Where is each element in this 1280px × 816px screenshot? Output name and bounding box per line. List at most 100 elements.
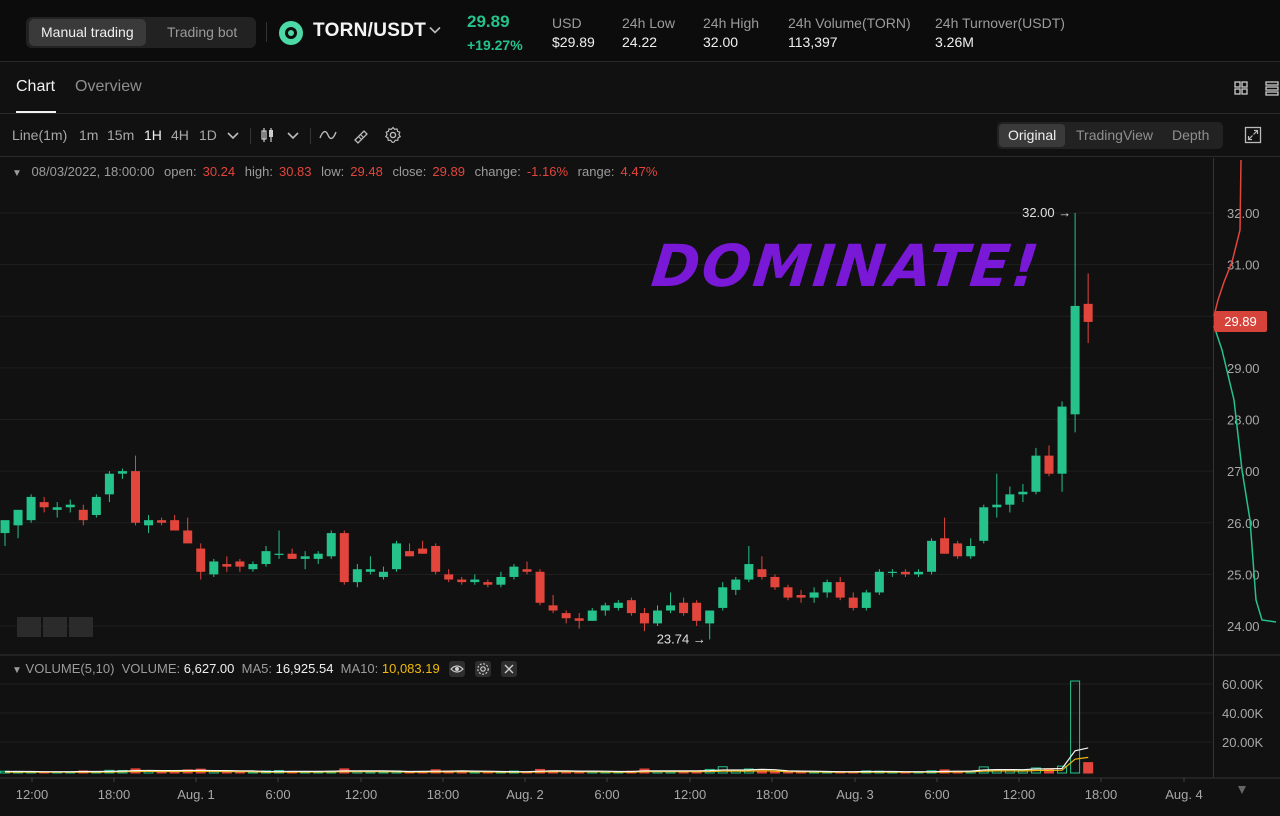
eye-icon[interactable] bbox=[449, 661, 466, 677]
stat-label: USD bbox=[552, 15, 582, 31]
view-depth-button[interactable]: Depth bbox=[1163, 124, 1218, 147]
candle-body bbox=[457, 579, 467, 583]
candle-body bbox=[744, 564, 754, 580]
legend-close-value: 29.89 bbox=[432, 164, 465, 179]
time-axis-label: Aug. 2 bbox=[506, 787, 544, 802]
candle-body bbox=[444, 574, 454, 580]
indicators-icon[interactable] bbox=[319, 126, 337, 144]
candle-body bbox=[692, 602, 702, 621]
volume-axis-label: 40.00K bbox=[1222, 706, 1264, 721]
candle-body bbox=[966, 545, 976, 557]
candle-body bbox=[313, 553, 323, 559]
candlestick-type-icon[interactable] bbox=[259, 126, 277, 144]
grid-layout-icon[interactable] bbox=[1233, 80, 1249, 96]
volume-axis-label: 20.00K bbox=[1222, 735, 1264, 750]
candle-body bbox=[705, 610, 715, 624]
candle-body bbox=[770, 576, 780, 588]
candle-body bbox=[992, 504, 1002, 508]
scroll-right-icon bbox=[1238, 786, 1246, 794]
candle-body bbox=[117, 471, 127, 474]
line-1m-button[interactable]: Line(1m) bbox=[12, 127, 67, 143]
tab-overview[interactable]: Overview bbox=[75, 78, 142, 96]
candle-body bbox=[548, 605, 558, 611]
time-axis-label: 18:00 bbox=[98, 787, 131, 802]
timeframe-1d[interactable]: 1D bbox=[199, 127, 217, 143]
candle-body bbox=[431, 545, 441, 572]
candle-body bbox=[809, 592, 819, 598]
candle-body bbox=[300, 556, 310, 559]
candle-body bbox=[887, 571, 897, 573]
chart-tabs: Chart Overview bbox=[0, 62, 1280, 114]
timeframe-1m[interactable]: 1m bbox=[79, 127, 98, 143]
candle-body bbox=[405, 551, 415, 557]
ohlc-legend: ▼ 08/03/2022, 18:00:00 open: 30.24 high: 3… bbox=[12, 164, 663, 179]
candle-body bbox=[509, 566, 519, 577]
candle-body bbox=[78, 509, 88, 521]
candle-body bbox=[183, 530, 193, 544]
time-axis-label: 6:00 bbox=[265, 787, 290, 802]
stat-label: 24h Volume(TORN) bbox=[788, 15, 911, 31]
timeframe-1h[interactable]: 1H bbox=[144, 127, 162, 143]
pair-name[interactable]: TORN/USDT bbox=[313, 20, 426, 42]
toolbar-divider bbox=[250, 128, 251, 144]
stat-usd: USD $29.89 bbox=[552, 15, 595, 50]
candle-body bbox=[522, 569, 532, 572]
price-axis-label: 28.00 bbox=[1227, 413, 1260, 428]
candle-body bbox=[261, 551, 271, 565]
candle-body bbox=[900, 571, 910, 575]
current-price-tag: 29.89 bbox=[1214, 311, 1267, 332]
drawing-tools-icon[interactable] bbox=[352, 126, 370, 144]
candle-body bbox=[157, 520, 167, 523]
volume-legend: ▼ VOLUME(5,10) VOLUME: 6,627.00 MA5: 16,… bbox=[12, 661, 517, 677]
time-axis-label: Aug. 3 bbox=[836, 787, 874, 802]
price-axis-label: 26.00 bbox=[1227, 516, 1260, 531]
fullscreen-icon[interactable] bbox=[1244, 126, 1262, 144]
collapse-chevron-icon[interactable]: ▼ bbox=[12, 665, 22, 676]
market-header: Manual trading Trading bot TORN/USDT 29.… bbox=[0, 0, 1280, 62]
candle-body bbox=[170, 520, 180, 531]
list-layout-icon[interactable] bbox=[1264, 80, 1280, 96]
tab-chart[interactable]: Chart bbox=[16, 78, 55, 96]
candle-body bbox=[352, 569, 362, 583]
trading-bot-button[interactable]: Trading bot bbox=[155, 19, 249, 46]
chart-type-chevron-down-icon[interactable] bbox=[284, 126, 302, 144]
price-chart[interactable]: 32.0031.0030.0029.0028.0027.0026.0025.00… bbox=[0, 158, 1280, 816]
timeframe-15m[interactable]: 15m bbox=[107, 127, 134, 143]
time-axis-label: 18:00 bbox=[756, 787, 789, 802]
view-tradingview-button[interactable]: TradingView bbox=[1067, 124, 1162, 147]
legend-range-label: range: bbox=[577, 164, 615, 179]
candle-body bbox=[287, 553, 297, 559]
active-tab-indicator bbox=[16, 111, 56, 113]
candle-body bbox=[874, 571, 884, 593]
collapse-chevron-icon[interactable]: ▼ bbox=[12, 168, 22, 179]
timeframe-4h[interactable]: 4H bbox=[171, 127, 189, 143]
time-axis-label: 12:00 bbox=[1003, 787, 1036, 802]
candle-body bbox=[248, 564, 258, 570]
candle-body bbox=[470, 579, 480, 583]
candle-body bbox=[26, 496, 36, 521]
volume-settings-gear-icon[interactable] bbox=[474, 661, 491, 677]
legend-low-label: low: bbox=[321, 164, 345, 179]
manual-trading-button[interactable]: Manual trading bbox=[29, 19, 146, 46]
candle-body bbox=[339, 533, 349, 583]
volume-axis-label: 60.00K bbox=[1222, 677, 1264, 692]
close-icon[interactable] bbox=[500, 661, 517, 677]
chevron-down-icon[interactable] bbox=[428, 23, 442, 37]
candle-body bbox=[731, 579, 741, 590]
timeframe-chevron-down-icon[interactable] bbox=[224, 126, 242, 144]
volume-label: VOLUME: bbox=[121, 661, 181, 676]
legend-date: 08/03/2022, 18:00:00 bbox=[31, 164, 155, 179]
candle-body bbox=[65, 504, 75, 508]
candle-body bbox=[979, 507, 989, 541]
candle-body bbox=[757, 569, 767, 577]
stat-value: 113,397 bbox=[788, 34, 838, 50]
trading-mode-toggle: Manual trading Trading bot bbox=[26, 17, 256, 48]
view-original-button[interactable]: Original bbox=[999, 124, 1066, 147]
ma5-line bbox=[5, 747, 1089, 773]
legend-high-value: 30.83 bbox=[278, 164, 312, 179]
candle-body bbox=[587, 610, 597, 621]
stat-24h-low: 24h Low 24.22 bbox=[622, 15, 675, 50]
settings-gear-icon[interactable] bbox=[384, 126, 402, 144]
ma10-label: MA10: bbox=[340, 661, 379, 676]
legend-open-value: 30.24 bbox=[202, 164, 236, 179]
